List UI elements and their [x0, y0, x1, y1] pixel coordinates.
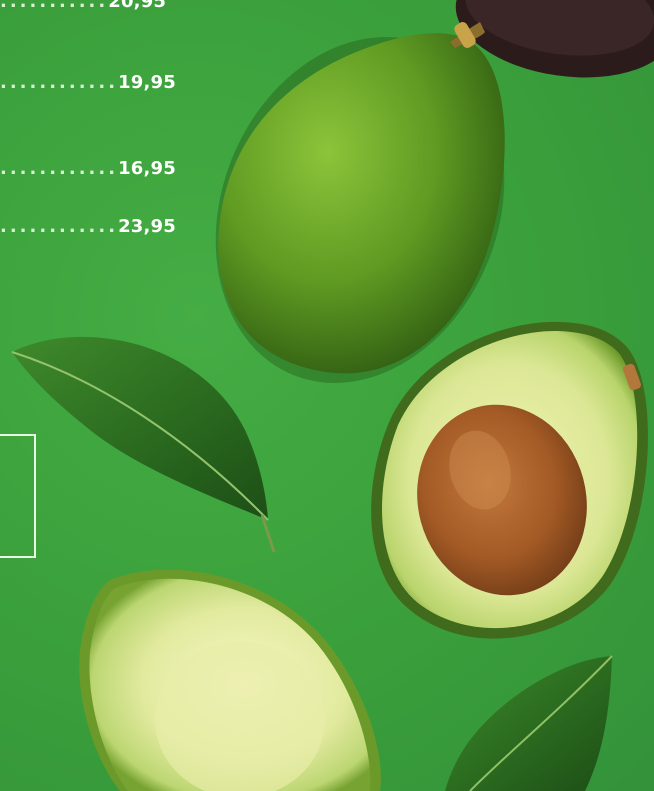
- leader-dots: ............: [0, 71, 119, 93]
- avocado-leaf-icon: [445, 655, 613, 791]
- leader-dots: ...........: [0, 0, 109, 12]
- price-row: ............ 23,95: [0, 211, 176, 241]
- halved-avocado-icon: [79, 569, 381, 791]
- page: ........... 20,95 ............ 19,95 ...…: [0, 0, 654, 791]
- price-value: 23,95: [118, 215, 176, 237]
- price-value: 16,95: [118, 157, 176, 179]
- leader-dots: ............: [0, 215, 119, 237]
- avocado-illustration: [11, 0, 654, 791]
- price-value: 20,95: [108, 0, 167, 12]
- info-box: s: [0, 434, 36, 558]
- price-row: ............ 16,95: [0, 153, 176, 183]
- avocado-leaf-icon: [11, 336, 276, 553]
- price-row: ........... 20,95: [0, 0, 166, 16]
- price-value: 19,95: [118, 71, 176, 93]
- leader-dots: ............: [0, 157, 119, 179]
- price-row: ............ 19,95: [0, 67, 176, 97]
- halved-avocado-with-pit-icon: [371, 321, 648, 639]
